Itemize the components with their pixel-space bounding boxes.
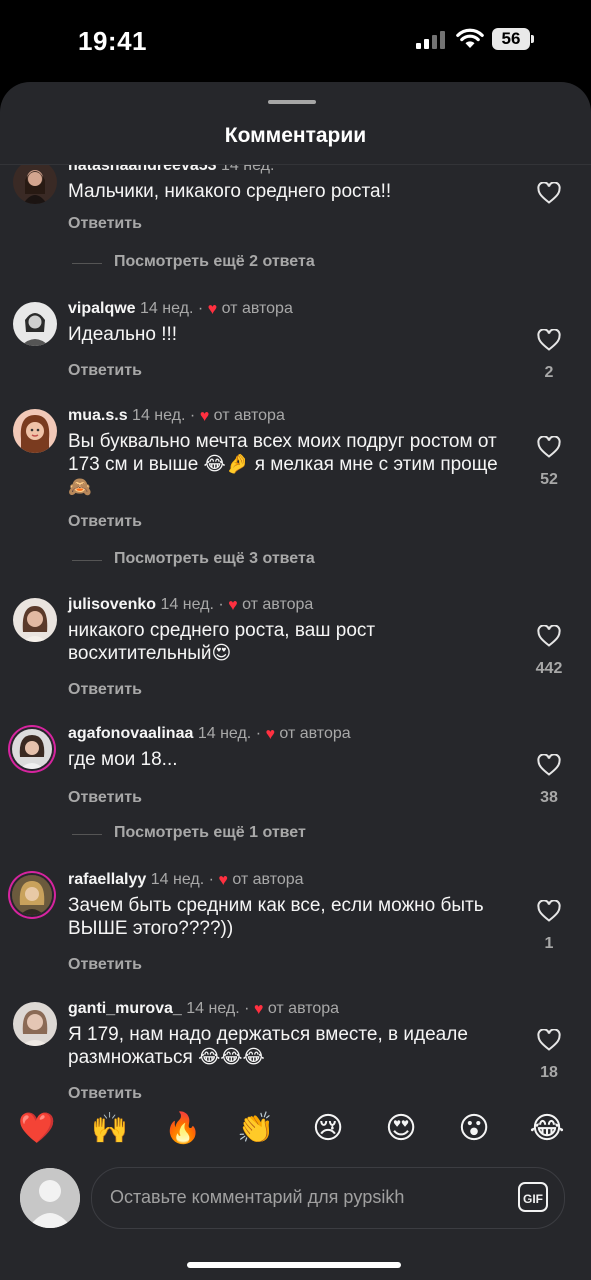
view-replies-label: Посмотреть ещё 2 ответа xyxy=(114,253,315,270)
author-liked-label: от автора xyxy=(213,407,285,424)
comment-age: 14 нед. xyxy=(220,165,275,174)
home-indicator xyxy=(187,1262,401,1268)
comments-sheet: Комментарии natashaandreeva53 14 нед. Ма… xyxy=(0,82,591,1280)
gif-icon[interactable]: GIF xyxy=(518,1182,548,1212)
wifi-icon xyxy=(456,28,484,48)
comment-username[interactable]: mua.s.s xyxy=(68,407,128,424)
comment-age: 14 нед. xyxy=(197,725,252,742)
heart-outline-icon[interactable] xyxy=(537,182,561,204)
avatar[interactable] xyxy=(13,409,57,453)
heart-outline-icon[interactable] xyxy=(537,1029,561,1051)
comment-text: Я 179, нам надо держаться вместе, в идеа… xyxy=(68,1024,468,1068)
reply-button[interactable]: Ответить xyxy=(68,956,142,974)
comment-age: 14 нед. xyxy=(160,596,214,613)
like-count: 52 xyxy=(540,471,558,488)
view-replies-label: Посмотреть ещё 1 ответ xyxy=(114,824,306,841)
avatar[interactable] xyxy=(12,875,52,915)
avatar[interactable] xyxy=(12,729,52,769)
avatar[interactable] xyxy=(13,165,57,204)
crying-face-emoji-button[interactable]: 😢 xyxy=(306,1107,350,1151)
author-heart-icon: ♥ xyxy=(207,301,218,318)
heart-outline-icon[interactable] xyxy=(537,625,561,647)
tears-of-joy-emoji-button[interactable]: 😂 xyxy=(525,1107,569,1151)
sheet-title: Комментарии xyxy=(224,124,367,147)
author-heart-icon: ♥ xyxy=(265,726,275,743)
comment-text: никакого среднего роста, ваш рост восхит… xyxy=(68,620,376,664)
view-replies-button[interactable]: Посмотреть ещё 3 ответа xyxy=(0,550,591,572)
heart-outline-icon[interactable] xyxy=(537,754,561,776)
comment-age: 14 нед. xyxy=(132,407,186,424)
author-heart-icon: ♥ xyxy=(228,597,238,614)
comment-text: Зачем быть средним как все, если можно б… xyxy=(68,895,484,939)
author-liked-label: от автора xyxy=(232,871,304,888)
author-liked-label: от автора xyxy=(221,300,293,317)
author-liked-label: от автора xyxy=(242,596,314,613)
like-count: 2 xyxy=(544,364,554,381)
comment-text: где мои 18... xyxy=(68,749,178,770)
red-heart-emoji-button[interactable]: ❤️ xyxy=(15,1107,59,1151)
signal-icon xyxy=(416,31,448,49)
status-bar: 19:41 56 xyxy=(0,0,591,82)
like-count: 38 xyxy=(540,789,558,806)
quick-reaction-bar: ❤️ 🙌 🔥 👏 😢 😍 😮 😂 xyxy=(0,1107,591,1157)
reply-button[interactable]: Ответить xyxy=(68,1085,142,1103)
comment-username[interactable]: rafaellalyy xyxy=(68,871,146,888)
comment-username[interactable]: agafonovaalinaa xyxy=(68,725,193,742)
reply-button[interactable]: Ответить xyxy=(68,789,142,807)
raising-hands-emoji-button[interactable]: 🙌 xyxy=(88,1107,132,1151)
battery-icon: 56 xyxy=(492,28,534,50)
author-liked-label: от автора xyxy=(267,1000,340,1017)
comment-username[interactable]: ganti_murova_ xyxy=(68,1000,182,1017)
reply-button[interactable]: Ответить xyxy=(68,362,142,380)
surprised-face-emoji-button[interactable]: 😮 xyxy=(452,1107,496,1151)
avatar[interactable] xyxy=(13,1002,57,1046)
author-heart-icon: ♥ xyxy=(253,1001,264,1018)
comment-input-placeholder: Оставьте комментарий для pypsikh xyxy=(110,1187,405,1207)
my-avatar-icon xyxy=(20,1168,80,1228)
avatar[interactable] xyxy=(13,598,57,642)
clapping-hands-emoji-button[interactable]: 👏 xyxy=(234,1107,278,1151)
comment-age: 14 нед. xyxy=(186,1000,240,1017)
author-heart-icon: ♥ xyxy=(218,872,228,889)
reply-button[interactable]: Ответить xyxy=(68,681,142,699)
view-replies-button[interactable]: Посмотреть ещё 2 ответа xyxy=(0,253,591,275)
comment-text: Вы буквально мечта всех моих подруг рост… xyxy=(68,431,498,498)
reply-button[interactable]: Ответить xyxy=(68,215,142,233)
comment-text: Мальчики, никакого среднего роста!! xyxy=(68,181,392,202)
heart-outline-icon[interactable] xyxy=(537,436,561,458)
comment-text: Идеально !!! xyxy=(68,324,178,345)
comment-composer: Оставьте комментарий для pypsikh GIF xyxy=(0,1160,591,1240)
drag-handle[interactable] xyxy=(268,100,316,104)
comment-age: 14 нед. xyxy=(140,300,194,317)
author-heart-icon: ♥ xyxy=(199,408,210,425)
view-replies-button[interactable]: Посмотреть ещё 1 ответ xyxy=(0,824,591,846)
author-liked-label: от автора xyxy=(279,725,351,742)
heart-eyes-emoji-button[interactable]: 😍 xyxy=(379,1107,423,1151)
reply-button[interactable]: Ответить xyxy=(68,513,142,531)
comment-username[interactable]: natashaandreeva53 xyxy=(68,165,217,174)
comment-username[interactable]: julisovenko xyxy=(68,596,156,613)
avatar[interactable] xyxy=(13,302,57,346)
comment-age: 14 нед. xyxy=(150,871,205,888)
battery-level: 56 xyxy=(492,28,530,50)
like-count: 18 xyxy=(540,1064,558,1081)
view-replies-label: Посмотреть ещё 3 ответа xyxy=(114,550,315,567)
like-count: 442 xyxy=(535,660,563,677)
fire-emoji-button[interactable]: 🔥 xyxy=(161,1107,205,1151)
heart-outline-icon[interactable] xyxy=(537,900,561,922)
comment-input[interactable]: Оставьте комментарий для pypsikh GIF xyxy=(91,1167,565,1229)
like-count: 1 xyxy=(544,935,554,952)
comment-list[interactable]: natashaandreeva53 14 нед. Мальчики, ника… xyxy=(0,165,591,1105)
heart-outline-icon[interactable] xyxy=(537,329,561,351)
comment-username[interactable]: vipalqwe xyxy=(68,300,136,317)
status-time: 19:41 xyxy=(78,26,147,56)
